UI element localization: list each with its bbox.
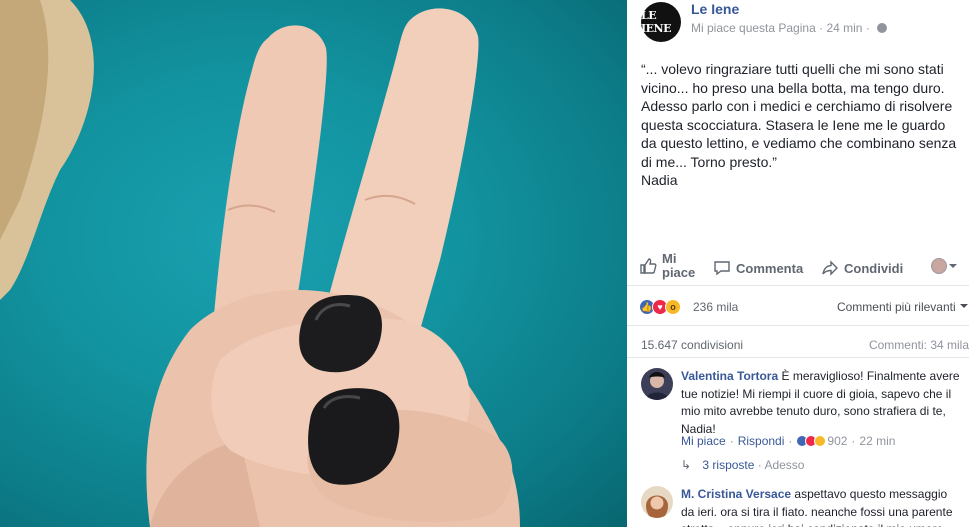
- post-header: LE IENE Le Iene Mi piace questa Pagina ·…: [641, 0, 961, 42]
- like-button[interactable]: Mi piace: [639, 252, 702, 280]
- post-panel: LE IENE Le Iene Mi piace questa Pagina ·…: [627, 0, 969, 527]
- wow-reaction-icon: [814, 435, 827, 447]
- comment-like-link[interactable]: Mi piace: [681, 434, 726, 448]
- reactions-count[interactable]: 236 mila: [693, 300, 738, 314]
- chevron-down-icon: [960, 304, 968, 308]
- thumbs-up-icon: [640, 258, 657, 274]
- sort-label: Commenti più rilevanti: [836, 300, 956, 314]
- comment-button[interactable]: Commenta: [713, 259, 803, 277]
- post-actions: Mi piace Commenta Condividi: [627, 250, 969, 286]
- comment-icon: [714, 261, 730, 276]
- page-name-link[interactable]: Le Iene: [691, 1, 739, 17]
- avatar-image: [641, 486, 673, 518]
- replies-time: Adesso: [764, 458, 805, 472]
- comment-sort-dropdown[interactable]: Commenti più rilevanti: [837, 300, 969, 314]
- comment-reaction-count[interactable]: 902: [827, 434, 847, 448]
- comment-author[interactable]: M. Cristina Versace: [681, 487, 791, 501]
- replies-count: 3 risposte: [702, 458, 755, 472]
- comment-reply-link[interactable]: Rispondi: [738, 434, 785, 448]
- photo-illustration: [0, 0, 521, 527]
- comment-author[interactable]: Valentina Tortora: [681, 369, 778, 383]
- replies-link[interactable]: ↳ 3 risposte · Adesso: [681, 458, 804, 472]
- post-as-selector[interactable]: [931, 258, 964, 274]
- comment-body: M. Cristina Versace aspettavo questo mes…: [681, 486, 963, 527]
- comment-label: Commenta: [736, 260, 804, 276]
- separator: ·: [729, 434, 734, 448]
- share-label: Condividi: [844, 260, 904, 276]
- share-button[interactable]: Condividi: [821, 259, 903, 277]
- page-like-status[interactable]: Mi piace questa Pagina: [691, 21, 816, 35]
- avatar: [931, 258, 947, 274]
- separator: ·: [851, 434, 856, 448]
- post-meta: Mi piace questa Pagina · 24 min ·: [691, 21, 888, 35]
- middle-finger: [320, 8, 479, 330]
- share-icon: [822, 260, 838, 276]
- like-label: Mi piace: [662, 251, 696, 280]
- comment-body: Valentina Tortora È meraviglioso! Finalm…: [681, 368, 963, 438]
- page-logo[interactable]: LE IENE: [641, 2, 681, 42]
- post-photo[interactable]: [0, 0, 627, 527]
- shares-count[interactable]: 15.647 condivisioni: [641, 338, 743, 352]
- comments-count[interactable]: Commenti: 34 mila: [869, 338, 969, 352]
- separator: ·: [788, 434, 793, 448]
- stats-row: 15.647 condivisioni Commenti: 34 mila: [627, 330, 969, 358]
- comment-item: Valentina Tortora È meraviglioso! Finalm…: [641, 368, 967, 483]
- globe-icon: [877, 23, 888, 33]
- avatar[interactable]: [641, 368, 673, 400]
- post-text: “... volevo ringraziare tutti quelli che…: [641, 61, 957, 188]
- wow-reaction-icon: o: [665, 299, 681, 315]
- reply-arrow-icon: ↳: [681, 458, 692, 472]
- meta-separator: ·: [865, 21, 874, 35]
- chevron-down-icon: [949, 264, 957, 268]
- comment-item: M. Cristina Versace aspettavo questo mes…: [641, 486, 967, 527]
- reaction-icons[interactable]: 👍 ♥ o: [639, 299, 681, 315]
- comment-actions: Mi piace · Rispondi · 902 · 22 min: [681, 434, 895, 448]
- comment-reaction-icons[interactable]: [796, 435, 827, 447]
- avatar-image: [641, 368, 673, 400]
- avatar[interactable]: [641, 486, 673, 518]
- reactions-row: 👍 ♥ o 236 mila Commenti più rilevanti: [627, 290, 969, 326]
- post-time[interactable]: 24 min: [826, 21, 862, 35]
- comment-time[interactable]: 22 min: [859, 434, 895, 448]
